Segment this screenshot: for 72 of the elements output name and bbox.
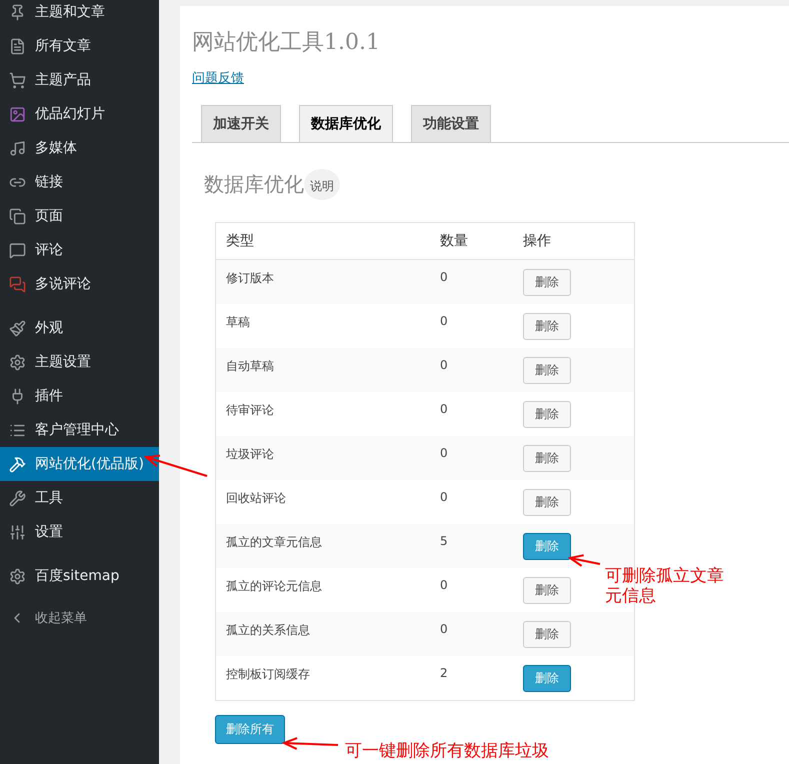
delete-button[interactable]: 删除	[523, 269, 571, 296]
table-cell-text: 0	[439, 401, 449, 416]
delete-button[interactable]: 删除	[523, 577, 571, 604]
table-cell-text: 0	[439, 269, 449, 284]
delete-button[interactable]: 删除	[523, 357, 571, 384]
tab[interactable]: 功能设置	[411, 105, 491, 142]
document-icon	[8, 37, 26, 55]
sliders-icon	[8, 523, 26, 541]
sidebar-item[interactable]: 优品幻灯片	[0, 97, 159, 131]
gear-icon	[8, 353, 26, 371]
table-cell-text: 0	[439, 577, 449, 592]
table-cell-text: 孤立的评论元信息	[225, 578, 323, 595]
table-cell-text: 0	[439, 489, 449, 504]
delete-button[interactable]: 删除	[523, 401, 571, 428]
collapse-menu[interactable]: 收起菜单	[0, 603, 159, 633]
sidebar-item[interactable]: 外观	[0, 311, 159, 345]
brush-icon	[8, 319, 26, 337]
sidebar-item[interactable]: 页面	[0, 199, 159, 233]
table-cell-text: 孤立的关系信息	[225, 622, 311, 639]
feedback-link[interactable]: 问题反馈	[192, 69, 244, 87]
section-heading: 数据库优化	[204, 171, 304, 198]
table-cell-text: 0	[439, 621, 449, 636]
delete-button[interactable]: 删除	[523, 445, 571, 472]
sidebar-item[interactable]: 网站优化(优品版)	[0, 447, 159, 481]
tab[interactable]: 加速开关	[201, 105, 281, 142]
delete-button[interactable]: 删除	[523, 621, 571, 648]
wrench-icon	[8, 489, 26, 507]
sidebar-item[interactable]: 设置	[0, 515, 159, 549]
sidebar-item[interactable]: 多媒体	[0, 131, 159, 165]
arrow	[567, 554, 600, 567]
table-cell-text: 待审评论	[225, 402, 275, 419]
sidebar-item[interactable]: 客户管理中心	[0, 413, 159, 447]
table-cell-text: 2	[439, 665, 449, 680]
table-cell-text: 草稿	[225, 314, 251, 331]
table-cell-text: 0	[439, 445, 449, 460]
column-header: 操作	[522, 232, 552, 250]
delete-button[interactable]: 删除	[523, 313, 571, 340]
sidebar-item[interactable]: 百度sitemap	[0, 559, 159, 593]
comment-icon	[8, 241, 26, 259]
pages-icon	[8, 207, 26, 225]
table-cell-text: 孤立的文章元信息	[225, 534, 323, 551]
table-cell-text: 垃圾评论	[225, 446, 275, 463]
sidebar-item[interactable]: 主题和文章	[0, 0, 159, 29]
arrow	[144, 454, 208, 477]
table-cell-text: 回收站评论	[225, 490, 287, 507]
table-cell-text: 修订版本	[225, 270, 275, 287]
annotation-note: 可删除孤立文章元信息	[605, 566, 725, 606]
sidebar-item[interactable]: 评论	[0, 233, 159, 267]
cart-icon	[8, 71, 26, 89]
comments-icon	[8, 275, 26, 293]
gear-icon	[8, 567, 26, 585]
table-cell-text: 控制板订阅缓存	[225, 666, 311, 683]
sidebar-item[interactable]: 插件	[0, 379, 159, 413]
column-header: 类型	[225, 232, 255, 250]
table-cell-text: 5	[439, 533, 449, 548]
sidebar-item[interactable]: 链接	[0, 165, 159, 199]
page-title: 网站优化工具1.0.1	[192, 29, 381, 57]
arrow	[281, 737, 338, 750]
sidebar-item[interactable]: 工具	[0, 481, 159, 515]
annotation-note: 可一键删除所有数据库垃圾	[345, 741, 549, 761]
column-header: 数量	[439, 232, 469, 250]
sidebar-item[interactable]: 主题产品	[0, 63, 159, 97]
help-badge[interactable]: 说明	[304, 169, 340, 200]
tab[interactable]: 数据库优化	[299, 105, 393, 142]
delete-button[interactable]: 删除	[523, 489, 571, 516]
sidebar-item[interactable]: 多说评论	[0, 267, 159, 301]
table-cell-text: 自动草稿	[225, 358, 275, 375]
table-cell-text: 0	[439, 357, 449, 372]
sidebar-item[interactable]: 主题设置	[0, 345, 159, 379]
table-cell-text: 0	[439, 313, 449, 328]
sidebar-item[interactable]: 所有文章	[0, 29, 159, 63]
hammer-icon	[8, 455, 26, 473]
